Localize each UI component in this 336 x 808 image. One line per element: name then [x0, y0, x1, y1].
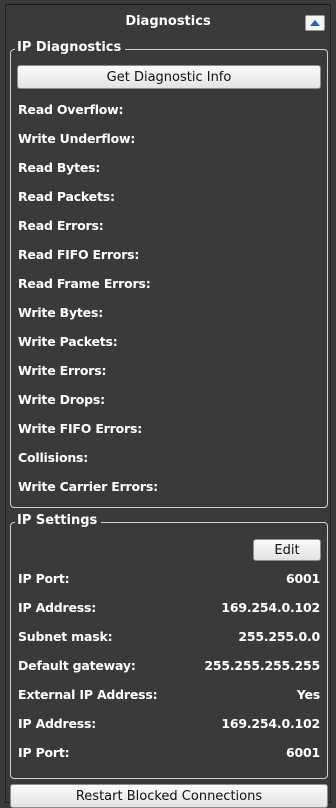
- ip-settings-title: IP Settings: [15, 513, 102, 529]
- setting-value: Yes: [296, 686, 320, 702]
- diag-row: Write Packets:: [18, 332, 320, 350]
- restart-blocked-connections-button[interactable]: Restart Blocked Connections: [10, 784, 328, 808]
- diag-row: Read Frame Errors:: [18, 274, 320, 292]
- setting-value: 169.254.0.102: [221, 715, 320, 731]
- diag-row: Read Overflow:: [18, 100, 320, 118]
- diag-label: Write Errors:: [18, 362, 107, 378]
- diag-row: Write FIFO Errors:: [18, 419, 320, 437]
- setting-row: Subnet mask: 255.255.0.0: [18, 627, 320, 645]
- diag-row: Collisions:: [18, 448, 320, 466]
- diag-label: Write Underflow:: [18, 130, 136, 146]
- edit-button[interactable]: Edit: [253, 539, 321, 561]
- setting-label: IP Port:: [18, 570, 70, 586]
- diag-label: Read FIFO Errors:: [18, 246, 140, 262]
- diag-label: Write Bytes:: [18, 304, 103, 320]
- panel-title: Diagnostics: [125, 14, 211, 29]
- setting-row: IP Address: 169.254.0.102: [18, 598, 320, 616]
- chevron-up-icon: [310, 20, 320, 26]
- setting-value: 6001: [286, 744, 320, 760]
- diag-label: Write Carrier Errors:: [18, 478, 158, 494]
- setting-value: 6001: [286, 570, 320, 586]
- diag-label: Read Bytes:: [18, 159, 101, 175]
- get-diagnostic-info-button[interactable]: Get Diagnostic Info: [17, 65, 321, 89]
- diag-label: Read Frame Errors:: [18, 275, 151, 291]
- setting-row: External IP Address: Yes: [18, 685, 320, 703]
- setting-value: 169.254.0.102: [221, 599, 320, 615]
- ip-settings-group: IP Settings Edit IP Port: 6001 IP Addres…: [10, 513, 328, 779]
- diag-row: Write Errors:: [18, 361, 320, 379]
- diag-row: Write Drops:: [18, 390, 320, 408]
- setting-label: Subnet mask:: [18, 628, 113, 644]
- diag-row: Read Bytes:: [18, 158, 320, 176]
- setting-value: 255.255.0.0: [238, 628, 320, 644]
- diag-label: Write FIFO Errors:: [18, 420, 142, 436]
- diagnostics-panel: Diagnostics IP Diagnostics Get Diagnosti…: [5, 4, 331, 808]
- diag-row: Read Packets:: [18, 187, 320, 205]
- setting-row: IP Port: 6001: [18, 743, 320, 761]
- diag-label: Read Errors:: [18, 217, 104, 233]
- diag-label: Read Overflow:: [18, 101, 124, 117]
- setting-label: IP Address:: [18, 715, 97, 731]
- setting-row: IP Address: 169.254.0.102: [18, 714, 320, 732]
- diag-row: Write Carrier Errors:: [18, 477, 320, 495]
- setting-value: 255.255.255.255: [204, 657, 320, 673]
- ip-diagnostics-group: IP Diagnostics Get Diagnostic Info Read …: [10, 40, 328, 508]
- setting-label: Default gateway:: [18, 657, 136, 673]
- ip-diagnostics-title: IP Diagnostics: [15, 40, 126, 56]
- diag-row: Write Bytes:: [18, 303, 320, 321]
- diag-label: Write Packets:: [18, 333, 118, 349]
- diag-row: Write Underflow:: [18, 129, 320, 147]
- collapse-button[interactable]: [305, 15, 325, 31]
- diag-row: Read Errors:: [18, 216, 320, 234]
- setting-row: Default gateway: 255.255.255.255: [18, 656, 320, 674]
- diag-row: Read FIFO Errors:: [18, 245, 320, 263]
- setting-label: IP Port:: [18, 744, 70, 760]
- diag-label: Read Packets:: [18, 188, 115, 204]
- setting-label: External IP Address:: [18, 686, 158, 702]
- setting-row: IP Port: 6001: [18, 569, 320, 587]
- diag-label: Write Drops:: [18, 391, 105, 407]
- setting-label: IP Address:: [18, 599, 97, 615]
- diag-label: Collisions:: [18, 449, 89, 465]
